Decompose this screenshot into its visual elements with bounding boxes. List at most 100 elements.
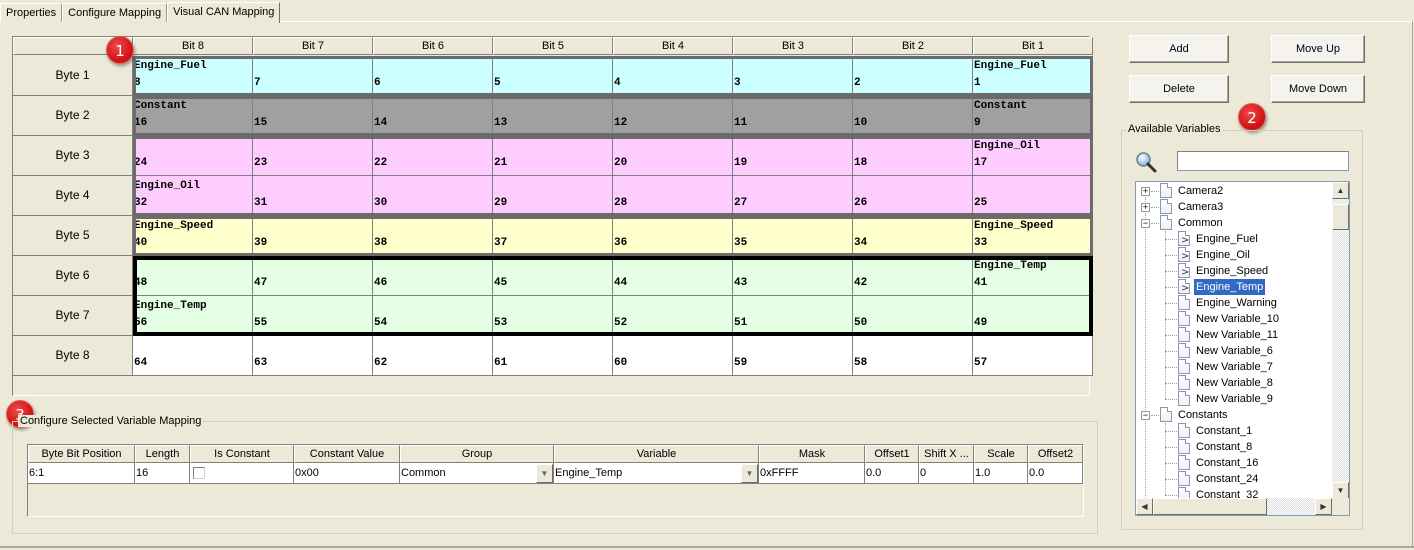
bit-cell[interactable]: Engine_Fuel 8 (133, 56, 253, 96)
bit-cell[interactable]: 21 (493, 136, 613, 176)
tab-configure-mapping[interactable]: Configure Mapping (62, 3, 168, 22)
bit-cell[interactable]: 35 (733, 216, 853, 256)
col-header-variable[interactable]: Variable (554, 445, 759, 463)
bit-cell[interactable]: 50 (853, 296, 973, 336)
col-header-offset2[interactable]: Offset2 (1028, 445, 1083, 463)
cell-offset2[interactable]: 0.0 (1028, 463, 1083, 484)
bit-cell[interactable]: 48 (133, 256, 253, 296)
bit-cell[interactable]: 2 (853, 56, 973, 96)
bit-cell[interactable]: 60 (613, 336, 733, 376)
bit-cell[interactable]: 49 (973, 296, 1093, 336)
bit-cell[interactable]: 37 (493, 216, 613, 256)
collapse-icon[interactable]: − (1141, 411, 1150, 420)
bit-cell[interactable]: 62 (373, 336, 493, 376)
bit-cell[interactable]: 19 (733, 136, 853, 176)
col-header-mask[interactable]: Mask (759, 445, 865, 463)
bit-cell[interactable]: 10 (853, 96, 973, 136)
bit-cell[interactable]: 44 (613, 256, 733, 296)
cell-constant-value[interactable]: 0x00 (294, 463, 400, 484)
bit-cell[interactable]: 38 (373, 216, 493, 256)
bit-cell[interactable]: 13 (493, 96, 613, 136)
variable-dropdown[interactable]: Engine_Temp ▼ (554, 463, 759, 484)
bit-cell[interactable]: 43 (733, 256, 853, 296)
collapse-icon[interactable]: − (1141, 219, 1150, 228)
bit-cell[interactable]: 52 (613, 296, 733, 336)
bit-cell[interactable]: 59 (733, 336, 853, 376)
bit-cell[interactable]: 15 (253, 96, 373, 136)
bit-cell[interactable]: Engine_Fuel 1 (973, 56, 1093, 96)
scroll-right-button[interactable]: ▶ (1315, 498, 1332, 515)
bit-cell[interactable]: 58 (853, 336, 973, 376)
tree-folder-node[interactable]: − Constants (1136, 407, 1332, 423)
bit-cell[interactable]: 24 (133, 136, 253, 176)
scroll-up-button[interactable]: ▲ (1332, 182, 1349, 199)
scroll-left-button[interactable]: ◀ (1136, 498, 1153, 515)
chevron-down-icon[interactable]: ▼ (741, 464, 758, 483)
bit-cell[interactable]: 34 (853, 216, 973, 256)
scroll-thumb-horizontal[interactable] (1153, 498, 1267, 515)
bit-cell[interactable]: 7 (253, 56, 373, 96)
bit-cell[interactable]: Engine_Speed 33 (973, 216, 1093, 256)
col-header-length[interactable]: Length (135, 445, 190, 463)
col-header-group[interactable]: Group (400, 445, 554, 463)
bit-cell[interactable]: 47 (253, 256, 373, 296)
tab-visual-can-mapping[interactable]: Visual CAN Mapping (167, 2, 281, 23)
move-up-button[interactable]: Move Up (1271, 35, 1365, 63)
bit-cell[interactable]: 18 (853, 136, 973, 176)
bit-cell[interactable]: Engine_Temp 41 (973, 256, 1093, 296)
bit-cell[interactable]: 54 (373, 296, 493, 336)
bit-cell[interactable]: Constant 9 (973, 96, 1093, 136)
bit-cell[interactable]: 42 (853, 256, 973, 296)
bit-cell[interactable]: 6 (373, 56, 493, 96)
tree-horizontal-scrollbar[interactable]: ◀ ▶ (1136, 498, 1349, 515)
cell-shift-x[interactable]: 0 (919, 463, 974, 484)
delete-button[interactable]: Delete (1129, 75, 1229, 103)
bit-cell[interactable]: 61 (493, 336, 613, 376)
bit-cell[interactable]: 31 (253, 176, 373, 216)
bit-cell[interactable]: 27 (733, 176, 853, 216)
col-header-byte-bit-position[interactable]: Byte Bit Position (28, 445, 135, 463)
tree-vertical-scrollbar[interactable]: ▲ ▼ (1332, 182, 1349, 499)
bit-cell[interactable]: 51 (733, 296, 853, 336)
is-constant-checkbox[interactable] (193, 467, 205, 479)
bit-cell[interactable]: 30 (373, 176, 493, 216)
bit-cell[interactable]: 20 (613, 136, 733, 176)
tree-folder-node[interactable]: + Camera2 (1136, 183, 1332, 199)
bit-cell[interactable]: 28 (613, 176, 733, 216)
bit-cell[interactable]: Engine_Oil 32 (133, 176, 253, 216)
bit-cell[interactable]: 12 (613, 96, 733, 136)
cell-scale[interactable]: 1.0 (974, 463, 1028, 484)
scroll-down-button[interactable]: ▼ (1332, 482, 1349, 499)
bit-cell[interactable]: Engine_Speed 40 (133, 216, 253, 256)
bit-cell[interactable]: 39 (253, 216, 373, 256)
bit-cell[interactable]: Engine_Oil 17 (973, 136, 1093, 176)
col-header-is-constant[interactable]: Is Constant (190, 445, 294, 463)
col-header-constant-value[interactable]: Constant Value (294, 445, 400, 463)
bit-cell[interactable]: 63 (253, 336, 373, 376)
tree-folder-node[interactable]: − Common (1136, 215, 1332, 231)
bit-cell[interactable]: 55 (253, 296, 373, 336)
cell-is-constant[interactable] (190, 463, 294, 484)
col-header-offset1[interactable]: Offset1 (865, 445, 919, 463)
cell-mask[interactable]: 0xFFFF (759, 463, 865, 484)
move-down-button[interactable]: Move Down (1271, 75, 1365, 103)
bit-cell[interactable]: 46 (373, 256, 493, 296)
bit-cell[interactable]: 14 (373, 96, 493, 136)
bit-cell[interactable]: 22 (373, 136, 493, 176)
bit-cell[interactable]: 45 (493, 256, 613, 296)
bit-cell[interactable]: 4 (613, 56, 733, 96)
chevron-down-icon[interactable]: ▼ (536, 464, 553, 483)
expand-icon[interactable]: + (1141, 203, 1150, 212)
scroll-thumb-vertical[interactable] (1332, 204, 1349, 230)
bit-cell[interactable]: 11 (733, 96, 853, 136)
bit-cell[interactable]: 57 (973, 336, 1093, 376)
bit-cell[interactable]: 23 (253, 136, 373, 176)
expand-icon[interactable]: + (1141, 187, 1150, 196)
col-header-shift-x[interactable]: Shift X ... (919, 445, 974, 463)
bit-cell[interactable]: 53 (493, 296, 613, 336)
tab-properties[interactable]: Properties (0, 3, 63, 22)
cell-offset1[interactable]: 0.0 (865, 463, 919, 484)
bit-cell[interactable]: 29 (493, 176, 613, 216)
bit-cell[interactable]: 26 (853, 176, 973, 216)
group-dropdown[interactable]: Common ▼ (400, 463, 554, 484)
